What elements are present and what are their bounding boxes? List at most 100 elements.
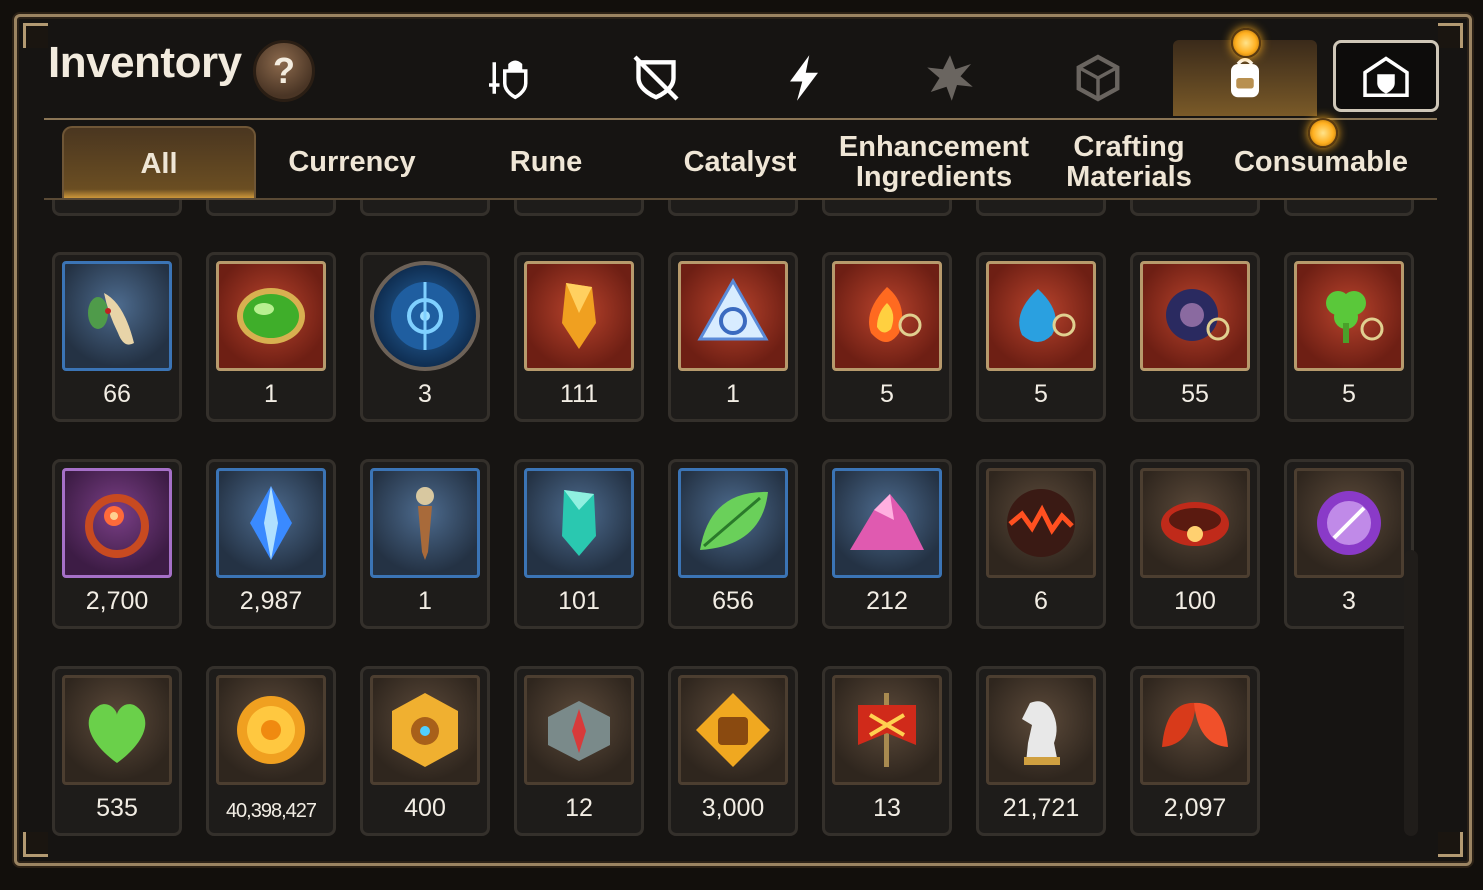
item-slot-partial[interactable] [668, 200, 798, 216]
frame-corner [1438, 832, 1463, 857]
item-count: 656 [712, 587, 754, 615]
item-slot[interactable]: 5 [822, 252, 952, 422]
item-slot[interactable]: 2,097 [1130, 666, 1260, 836]
purple-badge-icon [1317, 491, 1381, 555]
shards-category-button[interactable] [918, 46, 982, 110]
item-slot[interactable]: 400 [360, 666, 490, 836]
item-slot[interactable]: 1 [360, 459, 490, 629]
item-slot[interactable]: 66 [52, 252, 182, 422]
item-slot[interactable]: 1 [668, 252, 798, 422]
inventory-grid: 66 1 3 111 1 5 5 55 5 2,700 2,987 1 101 656 212 6 100 3 53… [42, 200, 1422, 844]
item-slot[interactable]: 111 [514, 252, 644, 422]
item-frame [216, 675, 326, 785]
armor-category-button[interactable] [624, 46, 688, 110]
item-count: 400 [404, 794, 446, 822]
item-slot[interactable]: 535 [52, 666, 182, 836]
tab-rune[interactable]: Rune [456, 126, 636, 198]
item-frame [832, 261, 942, 371]
gold-coin-icon [237, 696, 305, 764]
item-slot[interactable]: 21,721 [976, 666, 1106, 836]
item-slot[interactable]: 212 [822, 459, 952, 629]
item-frame [678, 261, 788, 371]
item-frame [986, 468, 1096, 578]
root-herb-icon [88, 293, 134, 345]
item-count: 2,097 [1163, 794, 1227, 822]
item-frame [216, 468, 326, 578]
red-leaves-icon [1162, 702, 1228, 747]
item-slot[interactable]: 5 [976, 252, 1106, 422]
item-frame [986, 675, 1096, 785]
item-count: 1 [264, 380, 278, 408]
item-slot[interactable]: 2,700 [52, 459, 182, 629]
item-slot[interactable]: 3 [1284, 459, 1414, 629]
item-frame [62, 675, 172, 785]
item-count: 55 [1181, 380, 1209, 408]
dark-ring-pendant-icon [1166, 289, 1230, 341]
equipment-icon [489, 60, 528, 100]
lava-orb-icon [1007, 489, 1075, 557]
item-count: 101 [558, 587, 600, 615]
stone-compass-icon [548, 701, 610, 761]
clover-pendant-icon [1326, 291, 1384, 343]
item-slot-partial[interactable] [976, 200, 1106, 216]
broken-shield-icon [633, 55, 679, 101]
skill-category-button[interactable] [772, 46, 836, 110]
tab-all[interactable]: All [62, 126, 256, 200]
item-slot[interactable]: 3 [360, 252, 490, 422]
item-slot[interactable]: 3,000 [668, 666, 798, 836]
item-slot[interactable]: 40,398,427 [206, 666, 336, 836]
item-count: 1 [726, 380, 740, 408]
item-slot[interactable]: 5 [1284, 252, 1414, 422]
item-slot[interactable]: 13 [822, 666, 952, 836]
lightning-icon [790, 55, 818, 101]
item-count: 5 [1034, 380, 1048, 408]
item-frame [1294, 261, 1404, 371]
item-slot[interactable]: 2,987 [206, 459, 336, 629]
item-slot[interactable]: 656 [668, 459, 798, 629]
tab-catalyst[interactable]: Catalyst [650, 126, 830, 198]
item-frame [678, 468, 788, 578]
item-frame [370, 468, 480, 578]
equipment-category-button[interactable] [478, 46, 542, 110]
item-slot-partial[interactable] [1130, 200, 1260, 216]
item-slot[interactable]: 12 [514, 666, 644, 836]
item-count: 5 [1342, 380, 1356, 408]
item-count: 1 [418, 587, 432, 615]
storage-button[interactable] [1333, 40, 1439, 112]
item-slot[interactable]: 101 [514, 459, 644, 629]
item-slot-partial[interactable] [206, 200, 336, 216]
item-count: 2,987 [239, 587, 303, 615]
item-count: 13 [873, 794, 901, 822]
pendulum-icon [416, 487, 434, 560]
tab-crafting-materials[interactable]: Crafting Materials [1040, 126, 1218, 198]
item-slot[interactable]: 55 [1130, 252, 1260, 422]
item-slot[interactable]: 100 [1130, 459, 1260, 629]
scrollbar[interactable] [1404, 550, 1418, 836]
item-count: 12 [565, 794, 593, 822]
tab-currency[interactable]: Currency [262, 126, 442, 198]
item-count: 3 [418, 380, 432, 408]
item-frame [832, 675, 942, 785]
item-slot-partial[interactable] [360, 200, 490, 216]
item-slot-partial[interactable] [52, 200, 182, 216]
item-slot[interactable]: 1 [206, 252, 336, 422]
item-slot-partial[interactable] [514, 200, 644, 216]
page-title: Inventory [48, 38, 242, 87]
green-heart-icon [88, 704, 146, 763]
notification-dot [1308, 118, 1338, 148]
item-frame [216, 261, 326, 371]
item-slot-partial[interactable] [1284, 200, 1414, 216]
item-count: 3,000 [701, 794, 765, 822]
frame-corner [23, 23, 48, 48]
tab-enhancement-ingredients[interactable]: Enhancement Ingredients [838, 126, 1030, 198]
help-button[interactable]: ? [253, 40, 315, 102]
item-frame [370, 261, 480, 371]
item-slot[interactable]: 6 [976, 459, 1106, 629]
pink-ore-icon [850, 494, 924, 550]
item-slot-partial[interactable] [822, 200, 952, 216]
red-bracelet-icon [1161, 502, 1229, 546]
material-category-button[interactable] [1066, 46, 1130, 110]
fire-pendant-icon [869, 287, 922, 342]
item-count: 2,700 [85, 587, 149, 615]
backpack-icon [1231, 57, 1259, 98]
